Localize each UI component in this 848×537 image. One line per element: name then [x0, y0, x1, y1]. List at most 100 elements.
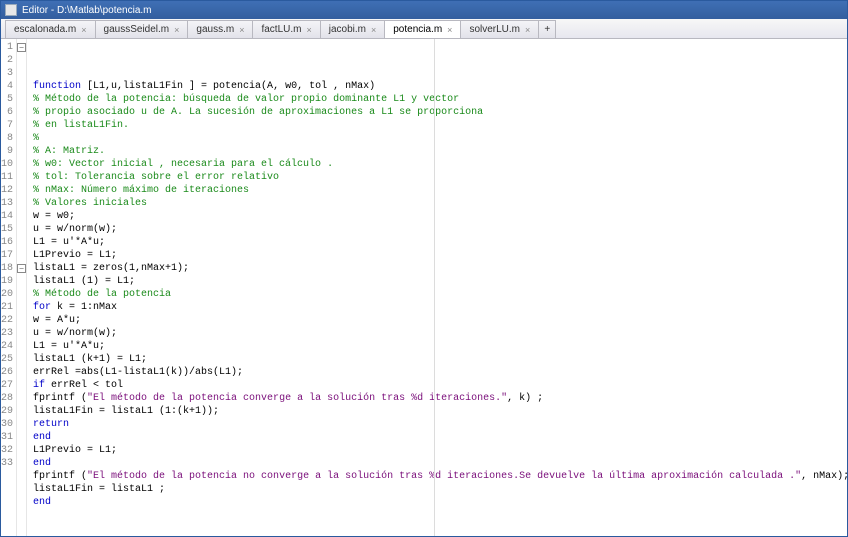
close-icon[interactable]: × — [306, 25, 311, 35]
line-number: 28 — [1, 392, 13, 405]
code-line: w = w0; — [33, 210, 847, 223]
line-number: 11 — [1, 171, 13, 184]
code-line: for k = 1:nMax — [33, 301, 847, 314]
fold-spacer — [17, 93, 26, 106]
titlebar[interactable]: Editor - D:\Matlab\potencia.m — [1, 1, 847, 19]
fold-spacer — [17, 119, 26, 132]
fold-spacer — [17, 67, 26, 80]
close-icon[interactable]: × — [371, 25, 376, 35]
fold-spacer — [17, 405, 26, 418]
line-number: 13 — [1, 197, 13, 210]
fold-spacer — [17, 184, 26, 197]
line-number: 19 — [1, 275, 13, 288]
tab-label: gaussSeidel.m — [104, 24, 170, 35]
editor-window: Editor - D:\Matlab\potencia.m escalonada… — [0, 0, 848, 537]
fold-spacer — [17, 444, 26, 457]
code-line: L1 = u'*A*u; — [33, 340, 847, 353]
line-number: 5 — [1, 93, 13, 106]
code-line: % propio asociado u de A. La sucesión de… — [33, 106, 847, 119]
tab-solverlu-m[interactable]: solverLU.m × — [460, 20, 539, 38]
code-line: listaL1 (1) = L1; — [33, 275, 847, 288]
fold-toggle-icon[interactable]: − — [17, 43, 26, 52]
code-line: u = w/norm(w); — [33, 223, 847, 236]
line-number: 7 — [1, 119, 13, 132]
close-icon[interactable]: × — [447, 25, 452, 35]
fold-toggle-icon[interactable]: − — [17, 264, 26, 273]
fold-spacer — [17, 158, 26, 171]
add-tab-button[interactable]: + — [538, 20, 556, 38]
tab-label: solverLU.m — [469, 24, 520, 35]
fold-spacer — [17, 379, 26, 392]
app-icon — [5, 4, 17, 16]
code-line: % nMax: Número máximo de iteraciones — [33, 184, 847, 197]
tab-potencia-m[interactable]: potencia.m× — [384, 20, 461, 38]
fold-spacer — [17, 106, 26, 119]
line-number: 16 — [1, 236, 13, 249]
fold-spacer — [17, 392, 26, 405]
line-number: 31 — [1, 431, 13, 444]
code-line: listaL1 = zeros(1,nMax+1); — [33, 262, 847, 275]
close-icon[interactable]: × — [525, 25, 530, 35]
fold-spacer — [17, 340, 26, 353]
fold-spacer — [17, 80, 26, 93]
line-number-gutter: 1234567891011121314151617181920212223242… — [1, 39, 17, 536]
code-line: end — [33, 496, 847, 509]
line-number: 17 — [1, 249, 13, 262]
close-icon[interactable]: × — [174, 25, 179, 35]
line-number: 29 — [1, 405, 13, 418]
line-number: 25 — [1, 353, 13, 366]
code-line: return — [33, 418, 847, 431]
fold-spacer — [17, 418, 26, 431]
tab-jacobi-m[interactable]: jacobi.m × — [320, 20, 386, 38]
code-line: % en listaL1Fin. — [33, 119, 847, 132]
line-number: 9 — [1, 145, 13, 158]
line-number: 21 — [1, 301, 13, 314]
tab-label: escalonada.m — [14, 24, 76, 35]
line-number: 14 — [1, 210, 13, 223]
fold-spacer — [17, 457, 26, 470]
fold-spacer — [17, 171, 26, 184]
fold-spacer — [17, 236, 26, 249]
line-number: 15 — [1, 223, 13, 236]
code-line: fprintf ("El método de la potencia conve… — [33, 392, 847, 405]
code-line: w = A*u; — [33, 314, 847, 327]
line-number: 4 — [1, 80, 13, 93]
code-line: L1Previo = L1; — [33, 444, 847, 457]
print-margin-line — [434, 39, 435, 536]
tab-gaussseidel-m[interactable]: gaussSeidel.m × — [95, 20, 189, 38]
tab-gauss-m[interactable]: gauss.m × — [187, 20, 253, 38]
fold-spacer — [17, 301, 26, 314]
close-icon[interactable]: × — [239, 25, 244, 35]
close-icon[interactable]: × — [81, 25, 86, 35]
fold-spacer — [17, 288, 26, 301]
line-number: 12 — [1, 184, 13, 197]
tab-label: gauss.m — [196, 24, 234, 35]
code-line: % tol: Tolerancia sobre el error relativ… — [33, 171, 847, 184]
code-line: end — [33, 457, 847, 470]
fold-spacer — [17, 249, 26, 262]
code-line: function [L1,u,listaL1Fin ] = potencia(A… — [33, 80, 847, 93]
code-line: % A: Matriz. — [33, 145, 847, 158]
fold-spacer — [17, 327, 26, 340]
code-line: errRel =abs(L1-listaL1(k))/abs(L1); — [33, 366, 847, 379]
code-line: if errRel < tol — [33, 379, 847, 392]
tab-escalonada-m[interactable]: escalonada.m × — [5, 20, 96, 38]
code-line: end — [33, 431, 847, 444]
code-line: fprintf ("El método de la potencia no co… — [33, 470, 847, 483]
line-number: 6 — [1, 106, 13, 119]
tab-bar: escalonada.m×gaussSeidel.m×gauss.m×factL… — [1, 19, 847, 39]
code-line: % Método de la potencia — [33, 288, 847, 301]
code-area[interactable]: function [L1,u,listaL1Fin ] = potencia(A… — [27, 39, 847, 536]
code-line: % Método de la potencia: búsqueda de val… — [33, 93, 847, 106]
editor-area: 1234567891011121314151617181920212223242… — [1, 39, 847, 536]
line-number: 1 — [1, 41, 13, 54]
fold-spacer — [17, 366, 26, 379]
fold-spacer — [17, 210, 26, 223]
code-line: % Valores iniciales — [33, 197, 847, 210]
tab-label: factLU.m — [261, 24, 301, 35]
tab-label: jacobi.m — [329, 24, 366, 35]
fold-spacer — [17, 54, 26, 67]
tab-factlu-m[interactable]: factLU.m × — [252, 20, 320, 38]
code-line: % w0: Vector inicial , necesaria para el… — [33, 158, 847, 171]
code-line: listaL1Fin = listaL1 (1:(k+1)); — [33, 405, 847, 418]
